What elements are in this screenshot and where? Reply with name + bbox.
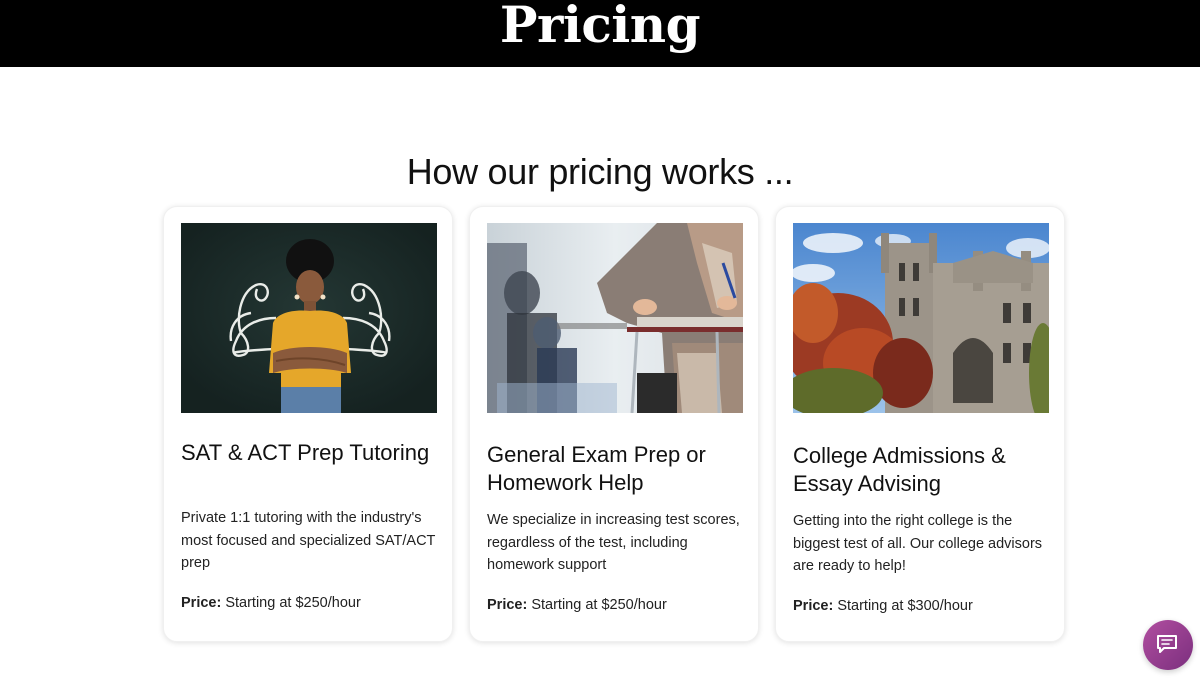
card-image-college-building bbox=[793, 223, 1049, 413]
hero-banner: Pricing bbox=[0, 0, 1200, 67]
section-title: How our pricing works ... bbox=[406, 151, 794, 192]
chat-widget-button[interactable] bbox=[1143, 620, 1193, 670]
price-label: Price: bbox=[793, 598, 834, 614]
page-title: Pricing bbox=[499, 0, 701, 54]
price-value: Starting at $250/hour bbox=[531, 597, 667, 613]
card-description: Getting into the right college is the bi… bbox=[793, 513, 1043, 574]
pricing-card-sat-act[interactable]: SAT & ACT Prep Tutoring Private 1:1 tuto… bbox=[163, 206, 453, 642]
card-price: Price: Starting at $300/hour bbox=[793, 596, 1053, 616]
card-title: College Admissions & Essay Advising bbox=[793, 443, 1006, 496]
card-image-students-writing-exam bbox=[487, 223, 743, 413]
price-value: Starting at $300/hour bbox=[837, 598, 973, 614]
card-title: General Exam Prep or Homework Help bbox=[487, 442, 706, 495]
price-label: Price: bbox=[181, 595, 222, 611]
price-value: Starting at $250/hour bbox=[225, 595, 361, 611]
card-price: Price: Starting at $250/hour bbox=[181, 593, 441, 613]
card-description: Private 1:1 tutoring with the industry's… bbox=[181, 510, 436, 571]
card-image-student-chalk-arms bbox=[181, 223, 437, 413]
card-price: Price: Starting at $250/hour bbox=[487, 595, 747, 615]
card-description: We specialize in increasing test scores,… bbox=[487, 512, 740, 573]
pricing-card-college-admissions[interactable]: College Admissions & Essay Advising Gett… bbox=[775, 206, 1065, 642]
price-label: Price: bbox=[487, 597, 528, 613]
pricing-card-exam-prep[interactable]: General Exam Prep or Homework Help We sp… bbox=[469, 206, 759, 642]
card-title: SAT & ACT Prep Tutoring bbox=[181, 440, 430, 465]
